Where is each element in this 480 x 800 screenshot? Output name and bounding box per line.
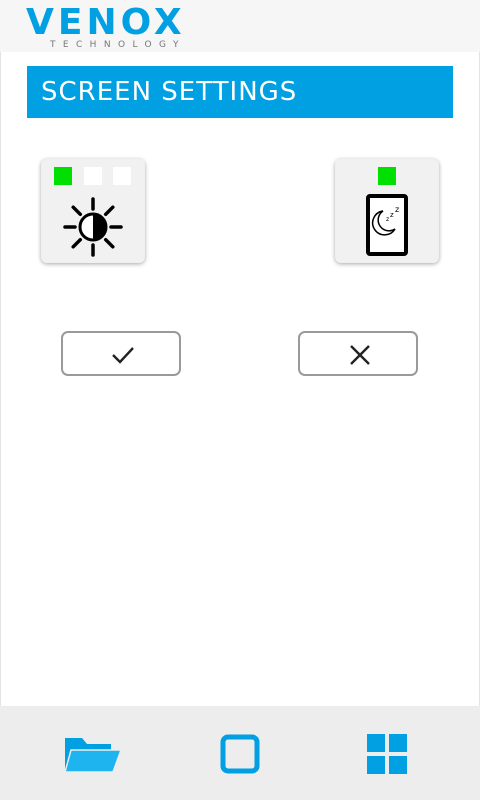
brightness-level-indicator-1 bbox=[54, 167, 72, 185]
brightness-icon bbox=[63, 197, 123, 257]
folder-icon bbox=[64, 738, 123, 773]
screen-sleep-indicator bbox=[378, 167, 396, 185]
nav-apps-button[interactable] bbox=[327, 706, 447, 800]
nav-home-button[interactable] bbox=[180, 706, 300, 800]
brightness-level-indicator-3 bbox=[113, 167, 131, 185]
svg-text:z: z bbox=[390, 211, 394, 219]
brightness-button[interactable] bbox=[41, 159, 145, 263]
square-icon bbox=[220, 734, 260, 774]
grid-icon bbox=[367, 734, 407, 774]
screen-sleep-icon: z z z bbox=[366, 194, 408, 256]
svg-text:TECHNOLOGY: TECHNOLOGY bbox=[49, 40, 186, 50]
app-header: VENOX TECHNOLOGY bbox=[0, 0, 480, 52]
svg-text:VENOX: VENOX bbox=[26, 4, 186, 43]
checkmark-icon bbox=[112, 347, 134, 364]
brand-logo: VENOX TECHNOLOGY bbox=[26, 4, 186, 50]
page-title: SCREEN SETTINGS bbox=[41, 77, 298, 107]
screen-sleep-button[interactable]: z z z bbox=[335, 159, 439, 263]
cancel-button[interactable] bbox=[298, 331, 418, 376]
page-title-bar: SCREEN SETTINGS bbox=[27, 66, 453, 118]
svg-text:z: z bbox=[386, 216, 389, 223]
close-icon bbox=[350, 345, 370, 365]
nav-folder-button[interactable] bbox=[33, 706, 153, 800]
svg-text:z: z bbox=[395, 205, 399, 214]
confirm-button[interactable] bbox=[61, 331, 181, 376]
bottom-navbar bbox=[0, 706, 480, 800]
app-frame bbox=[0, 0, 480, 800]
brightness-level-indicator-2 bbox=[84, 167, 102, 185]
